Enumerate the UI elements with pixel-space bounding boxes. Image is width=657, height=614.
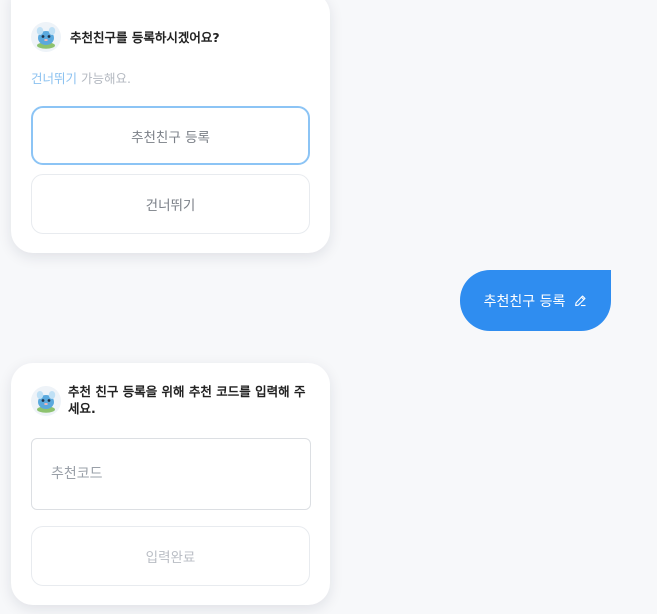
question-card-code: 추천 친구 등록을 위해 추천 코드를 입력해 주세요. 입력완료 [11,363,330,605]
card-title: 추천 친구 등록을 위해 추천 코드를 입력해 주세요. [68,384,306,416]
register-friend-button[interactable]: 추천친구 등록 [31,106,310,165]
skip-note-text: 가능해요. [77,71,131,86]
bot-header: 추천친구를 등록하시겠어요? [31,22,316,52]
card-title: 추천친구를 등록하시겠어요? [70,30,220,45]
skip-link[interactable]: 건너뛰기 [31,71,77,86]
user-message-text: 추천친구 등록 [483,293,566,310]
mascot-avatar-icon [31,386,61,416]
skip-button[interactable]: 건너뛰기 [31,174,310,234]
question-card-register: 추천친구를 등록하시겠어요? 건너뛰기 가능해요. 추천친구 등록 건너뛰기 [11,0,330,253]
user-message-bubble: 추천친구 등록 [460,270,611,331]
skip-note: 건너뛰기 가능해요. [31,70,131,87]
mascot-avatar-icon [31,22,61,52]
bot-header: 추천 친구 등록을 위해 추천 코드를 입력해 주세요. [31,383,316,417]
referral-code-input[interactable] [31,438,311,510]
complete-button[interactable]: 입력완료 [31,526,310,586]
pencil-icon[interactable] [574,294,587,307]
